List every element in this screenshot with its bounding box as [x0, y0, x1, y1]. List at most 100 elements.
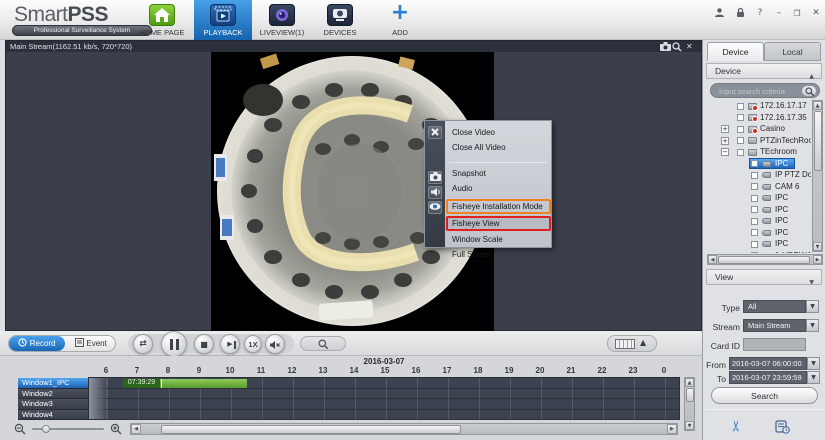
tab-home-page[interactable]: HOME PAGE: [132, 0, 192, 40]
digital-zoom-icon[interactable]: [672, 42, 683, 51]
tree-vscroll-thumb[interactable]: [814, 111, 822, 171]
checkbox[interactable]: [737, 137, 744, 144]
timeline-zoom-slider[interactable]: [32, 428, 104, 430]
timeline-cursor[interactable]: [161, 379, 162, 388]
device-section-header[interactable]: Device ▲: [706, 63, 822, 79]
tab-devices[interactable]: DEVICES: [314, 0, 366, 40]
scroll-down-icon[interactable]: ▼: [685, 421, 694, 430]
tab-playback[interactable]: PLAYBACK: [194, 0, 252, 40]
timeline-window1-label[interactable]: Window1_IPC: [18, 378, 88, 389]
tree-collapse-icon[interactable]: −: [721, 148, 729, 156]
window-layout-selector[interactable]: ▲: [607, 335, 657, 352]
vscroll-thumb[interactable]: [686, 388, 694, 402]
scroll-down-icon[interactable]: ▼: [813, 242, 822, 251]
tree-item-device[interactable]: 172.16.17.17: [707, 100, 811, 112]
from-datetime-select[interactable]: 2016-03-07 06:00:00: [729, 357, 807, 370]
checkbox[interactable]: [751, 252, 758, 253]
menu-item-full-screen[interactable]: Full Screen: [445, 247, 551, 262]
mute-button[interactable]: [265, 334, 285, 354]
timeline-grid[interactable]: 07:39:29: [88, 377, 680, 420]
timeline-track-window1[interactable]: 07:39:29: [89, 378, 679, 389]
checkbox[interactable]: [737, 126, 744, 133]
stream-dropdown-icon[interactable]: ▼: [806, 319, 819, 332]
record-tab[interactable]: Record: [9, 336, 65, 351]
tree-item-channel[interactable]: IP PTZ Do: [707, 169, 811, 181]
tab-add[interactable]: + ADD: [376, 0, 424, 40]
scroll-right-icon[interactable]: ▶: [667, 424, 677, 434]
scroll-left-icon[interactable]: ◀: [708, 255, 717, 264]
view-section-header[interactable]: View ▼: [706, 269, 822, 285]
close-video-icon[interactable]: ✕: [686, 42, 697, 51]
menu-item-close-all-video[interactable]: Close All Video: [445, 140, 551, 155]
speed-button[interactable]: 1X: [244, 335, 262, 353]
menu-item-snapshot[interactable]: Snapshot: [445, 166, 551, 181]
stream-select[interactable]: Main Stream: [743, 319, 806, 332]
export-record-button[interactable]: [775, 420, 790, 434]
hscroll-thumb[interactable]: [161, 425, 461, 434]
menu-item-audio[interactable]: Audio: [445, 181, 551, 196]
help-icon[interactable]: ?: [753, 7, 767, 20]
scroll-up-icon[interactable]: ▲: [813, 101, 822, 110]
stop-button[interactable]: ■: [194, 334, 214, 354]
snapshot-icon[interactable]: [660, 42, 671, 51]
timeline-window3-label[interactable]: Window3: [18, 399, 88, 410]
restore-icon[interactable]: ❒: [790, 7, 804, 20]
type-select[interactable]: All: [743, 300, 806, 313]
menu-item-window-scale[interactable]: Window Scale: [445, 232, 551, 247]
type-dropdown-icon[interactable]: ▼: [806, 300, 819, 313]
card-id-input[interactable]: [743, 338, 806, 351]
to-dropdown-icon[interactable]: ▼: [807, 371, 820, 384]
checkbox[interactable]: [751, 183, 758, 190]
timeline-track-window2[interactable]: [89, 389, 679, 400]
timeline-window2-label[interactable]: Window2: [18, 389, 88, 400]
step-forward-button[interactable]: ▶: [220, 334, 240, 354]
timeline-zoom-in-button[interactable]: [110, 423, 123, 436]
scroll-up-icon[interactable]: ▲: [685, 378, 694, 387]
to-datetime-select[interactable]: 2016-03-07 23:59:59: [729, 371, 807, 384]
tree-item-channel[interactable]: IPC: [707, 238, 811, 250]
recording-segment[interactable]: 07:39:29: [123, 379, 247, 388]
timeline-window4-label[interactable]: Window4: [18, 410, 88, 421]
timeline-track-window3[interactable]: [89, 399, 679, 410]
timeline-vscrollbar[interactable]: ▲ ▼: [684, 377, 695, 431]
clip-scissors-icon[interactable]: ✂: [729, 420, 745, 432]
checkbox[interactable]: [751, 241, 758, 248]
minimize-icon[interactable]: –: [772, 7, 786, 20]
checkbox[interactable]: [751, 229, 758, 236]
tree-hscrollbar[interactable]: ◀ ▶: [707, 254, 823, 265]
from-dropdown-icon[interactable]: ▼: [807, 357, 820, 370]
tree-item-device[interactable]: + Casino: [707, 123, 811, 135]
sidebar-tab-device[interactable]: Device: [707, 42, 764, 61]
tree-item-channel[interactable]: IPC: [707, 215, 811, 227]
scroll-right-icon[interactable]: ▶: [813, 255, 822, 264]
timeline-zoom-out-button[interactable]: [14, 423, 27, 436]
search-records-button[interactable]: Search: [711, 387, 818, 404]
tree-expand-icon[interactable]: +: [721, 125, 729, 133]
tree-item-channel-selected[interactable]: IPC: [707, 158, 811, 170]
close-icon[interactable]: ✕: [809, 7, 823, 20]
checkbox[interactable]: [737, 114, 744, 121]
lock-icon[interactable]: [733, 7, 747, 20]
tab-liveview[interactable]: LIVEVIEW(1): [254, 0, 310, 40]
device-search-box[interactable]: [710, 83, 820, 98]
search-button[interactable]: [801, 85, 817, 97]
checkbox[interactable]: [751, 206, 758, 213]
tree-expand-icon[interactable]: +: [721, 137, 729, 145]
tree-item-channel[interactable]: CAM 6: [707, 181, 811, 193]
checkbox[interactable]: [737, 103, 744, 110]
checkbox[interactable]: [751, 218, 758, 225]
video-window[interactable]: Main Stream(1162.51 kb/s, 720*720) ✕: [5, 40, 702, 331]
menu-item-close-video[interactable]: Close Video: [445, 125, 551, 140]
checkbox[interactable]: [751, 172, 758, 179]
tree-hscroll-thumb[interactable]: [718, 256, 810, 264]
timeline-track-window4[interactable]: [89, 410, 679, 421]
menu-item-fisheye-installation-mode[interactable]: Fisheye Installation Mode: [445, 199, 551, 214]
tree-item-device[interactable]: − TEchroom: [707, 146, 811, 158]
zoom-slider-thumb[interactable]: [42, 425, 50, 433]
sync-play-button[interactable]: ⇄: [133, 334, 153, 354]
checkbox[interactable]: [751, 160, 758, 167]
search-input[interactable]: [719, 85, 799, 97]
user-icon[interactable]: [712, 7, 726, 20]
checkbox[interactable]: [751, 195, 758, 202]
tree-item-channel[interactable]: IPC: [707, 204, 811, 216]
